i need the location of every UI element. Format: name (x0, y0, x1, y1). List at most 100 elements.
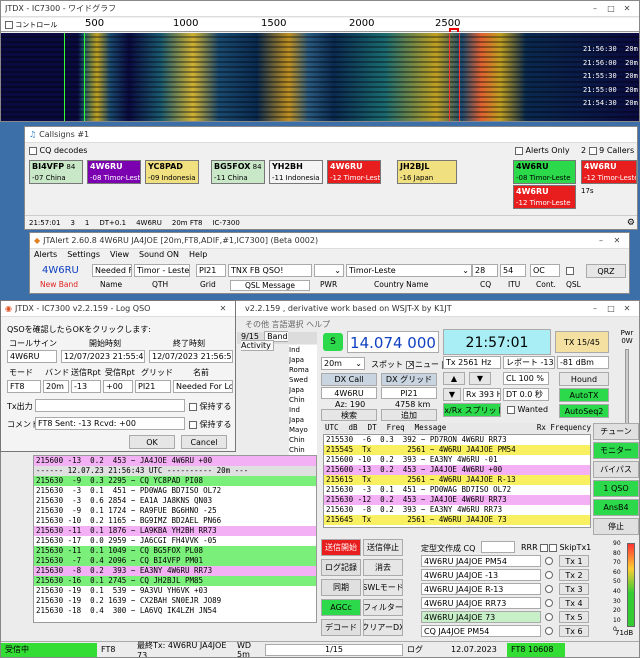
tx-radio[interactable] (545, 613, 553, 621)
band-activity-row[interactable]: 215630 -19 0.1 539 ~ 9A3VU YH6VK +03 (34, 586, 316, 596)
dx-call-button[interactable]: DX Call (321, 373, 377, 386)
minimize-icon[interactable]: – (587, 304, 603, 313)
jtalert-callsign[interactable]: 4W6RU (42, 265, 79, 276)
dx-grid-button[interactable]: DX グリッド (381, 373, 437, 386)
band-activity-row[interactable]: 215630 -16 0.1 2745 ~ CQ JH2BJL PM85 (34, 576, 316, 586)
band-activity-row[interactable]: 215630 -3 0.1 451 ~ PD0WAG BD7ISO OL72 (34, 486, 316, 496)
control-button[interactable]: 送信停止 (363, 539, 403, 556)
autoseq-button[interactable]: AutoSeq2 (559, 404, 609, 418)
band-activity-row[interactable]: 215630 -17 0.0 2959 ~ JA6CGI FH4VVK -05 (34, 536, 316, 546)
side-button[interactable]: AnsB4 (593, 499, 639, 516)
tx-message-field[interactable]: 4W6RU JA4JOE R-13 (421, 583, 541, 595)
alert-card[interactable]: 4W6RU -08 Timor-Leste (513, 160, 576, 184)
rx-frequency-row[interactable]: 215630 -8 0.2 393 ~ EA3NY 4W6RU RR73 (324, 505, 590, 515)
name-input[interactable]: Needed For Log (173, 380, 233, 393)
tx-radio[interactable] (545, 627, 553, 635)
tx-period-badge[interactable]: TX 15/45 (555, 331, 609, 353)
cq-decode-card[interactable]: BG5FOX 84 -11 China (211, 160, 265, 184)
band-activity-row[interactable]: 215630 -8 0.2 393 ~ EA3NY 4W6RU RR73 (34, 566, 316, 576)
rx-frequency-row[interactable]: 215545 Tx 2561 ~ 4W6RU JA4JOE PM54 (324, 445, 590, 455)
tx-message-field[interactable]: 4W6RU JA4JOE RR73 (421, 597, 541, 609)
close-icon[interactable]: ✕ (619, 4, 635, 13)
side-button[interactable]: バイパス (593, 461, 639, 478)
close-icon[interactable]: ✕ (619, 304, 635, 313)
cq-decode-card[interactable]: YC8PAD -09 Indonesia (145, 160, 199, 184)
gen-msg-field[interactable] (481, 541, 515, 553)
band-activity-row[interactable]: 215630 -18 0.4 300 ~ LA6VQ IK4LZH JN54 (34, 606, 316, 616)
cq-decode-card[interactable]: YH2BH -11 Indonesia (269, 160, 323, 184)
tx-power-input[interactable] (35, 399, 185, 412)
tx-message-field[interactable]: 4W6RU JA4JOE 73 (421, 611, 541, 623)
rx-freq-field[interactable]: Rx 393 Hz (463, 388, 501, 401)
band-activity-row[interactable]: 215630 -9 0.3 2295 ~ CQ YC8PAD PI08 (34, 476, 316, 486)
down-arrow-icon[interactable]: ▼ (443, 388, 461, 401)
menu-alerts[interactable]: Alerts (34, 250, 57, 259)
menu-help[interactable]: Help (189, 250, 207, 259)
cq-decode-card[interactable]: 4W6RU -08 Timor-Leste (87, 160, 141, 184)
mode-input[interactable]: FT8 (7, 380, 41, 393)
band-activity-row[interactable]: ------ 12.07.23 21:56:43 UTC ---------- … (34, 466, 316, 476)
jtalert-country-select[interactable]: Timor-Leste ⌄ (346, 264, 472, 277)
dx-call-field[interactable]: 4W6RU (321, 387, 377, 399)
band-activity-row[interactable]: 215630 -11 0.1 1049 ~ CQ BG5FOX PL08 (34, 546, 316, 556)
tx-select-button[interactable]: Tx 2 (559, 569, 589, 581)
jtalert-titlebar[interactable]: ◆ JTAlert 2.60.8 4W6RU JA4JOE [20m,FT8,A… (30, 233, 629, 249)
maximize-icon[interactable]: □ (603, 4, 619, 13)
rpt-tx-input[interactable]: -13 (71, 380, 101, 393)
down-arrow-icon[interactable]: ▼ (469, 372, 491, 385)
waterfall-display[interactable]: 21:56:30 20m 21:56:00 20m 21:55:30 20m 2… (1, 33, 639, 121)
cl-field[interactable]: CL 100 % (503, 372, 549, 385)
band-activity-row[interactable]: 215630 -19 0.2 1639 ~ CX2BAH SN0EJR JO89 (34, 596, 316, 606)
search-button[interactable]: 検索 (321, 409, 377, 421)
band-activity-row[interactable]: 215630 -7 0.4 2096 ~ CQ BI4VFP PM01 (34, 556, 316, 566)
callsigns-titlebar[interactable]: ♫ Callsigns #1 (25, 127, 637, 143)
rx-frequency-row[interactable]: 215630 -3 0.1 451 ~ PD0WAG BD7ISO OL72 (324, 485, 590, 495)
jtalert-qsl-checkbox[interactable] (566, 267, 574, 275)
menu-settings[interactable]: Settings (67, 250, 100, 259)
close-icon[interactable]: ✕ (609, 236, 625, 245)
band-activity-row[interactable]: 215630 -3 0.6 2854 ~ EA1A JA8KNS QN03 (34, 496, 316, 506)
main-menubar[interactable]: その他 言語選択 ヘルプ (245, 319, 330, 330)
menu-view[interactable]: View (110, 250, 129, 259)
control-button[interactable]: 消去 (363, 559, 403, 576)
control-button[interactable]: クリアーDX (363, 619, 403, 636)
autotx-button[interactable]: AutoTX (559, 388, 609, 402)
waterfall-titlebar[interactable]: JTDX - IC7300 - ワイドグラフ – □ ✕ (1, 1, 639, 17)
pwr-slider[interactable] (625, 349, 629, 433)
band-activity-row[interactable]: 215630 -9 0.1 1724 ~ RA9FUE BG6HNO -25 (34, 506, 316, 516)
jtalert-qsl-message[interactable]: TNX FB QSO! (228, 264, 312, 277)
rx-frequency-row[interactable]: 215615 Tx 2561 ~ 4W6RU JA4JOE R-13 (324, 475, 590, 485)
tx-radio[interactable] (545, 571, 553, 579)
start-time-input[interactable]: 12/07/2023 21:55:45 (61, 350, 145, 363)
wanted-checkbox[interactable]: Wanted (507, 405, 548, 414)
band-activity-row[interactable]: 215630 -10 0.2 1165 ~ BG9IMZ BD2AEL PN66 (34, 516, 316, 526)
side-button[interactable]: モニター (593, 442, 639, 459)
alert-card[interactable]: 4W6RU -12 Timor-Leste (513, 185, 576, 209)
keep-power-checkbox[interactable]: 保持する (189, 401, 232, 412)
rx-frequency-row[interactable]: 215600 -10 0.2 393 ~ EA3NY 4W6RU -01 (324, 455, 590, 465)
ok-button[interactable]: OK (129, 435, 175, 449)
side-button[interactable]: 1 QSO (593, 480, 639, 497)
side-button[interactable]: チューン (593, 423, 639, 440)
rx-frequency-row[interactable]: 215645 Tx 2561 ~ 4W6RU JA4JOE 73 (324, 515, 590, 525)
maximize-icon[interactable]: □ (603, 304, 619, 313)
tx-radio[interactable] (545, 599, 553, 607)
skiptx-checkbox[interactable]: SkipTx1 (549, 543, 591, 552)
tx-message-field[interactable]: 4W6RU JA4JOE -13 (421, 569, 541, 581)
rx-frequency-row[interactable]: 215630 -12 0.2 453 ~ JA4JOE 4W6RU RR73 (324, 495, 590, 505)
band-input[interactable]: 20m (43, 380, 69, 393)
band-activity-list[interactable]: 215600 -13 0.2 453 ~ JA4JOE 4W6RU +00 ---… (33, 455, 317, 623)
close-icon[interactable]: ✕ (215, 304, 231, 313)
gear-icon[interactable]: ⚙ (627, 218, 635, 228)
rpt-rx-input[interactable]: +00 (103, 380, 133, 393)
cancel-button[interactable]: Cancel (181, 435, 227, 449)
end-time-input[interactable]: 12/07/2023 21:56:59 (149, 350, 233, 363)
tx-radio[interactable] (545, 585, 553, 593)
dx-grid-field[interactable]: PI21 (381, 387, 437, 399)
rx-frequency-row[interactable]: 215530 -6 0.3 392 ~ PD7RON 4W6RU RR73 (324, 435, 590, 445)
jtalert-pwr[interactable]: ⌄ (314, 264, 344, 277)
split-button[interactable]: Tx/Rx スプリット (443, 403, 501, 417)
tx-select-button[interactable]: Tx 1 (559, 555, 589, 567)
control-button[interactable]: ログ記録 (321, 559, 361, 576)
report-field[interactable]: レポート -13 (503, 356, 555, 369)
